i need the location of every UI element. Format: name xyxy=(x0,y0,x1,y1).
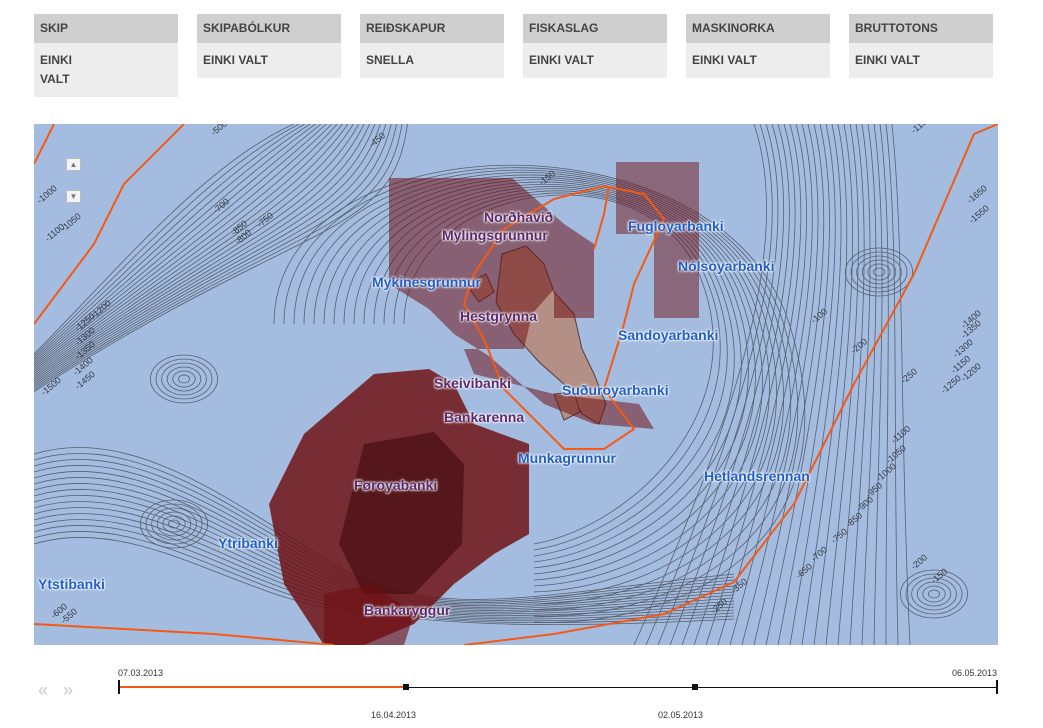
timeline-range[interactable] xyxy=(119,686,406,688)
depth-label: -750 xyxy=(829,526,849,545)
depth-label: -1500 xyxy=(39,375,63,397)
filter-value[interactable]: EINKI VALT xyxy=(686,43,830,78)
filter-value[interactable]: SNELLA xyxy=(360,43,504,78)
place-label: Hestgrynna xyxy=(460,308,538,324)
depth-label: -650 xyxy=(794,561,814,580)
depth-label: -1150 xyxy=(909,124,933,136)
filter-skipabolkur[interactable]: SKIPABÓLKUR EINKI VALT xyxy=(197,14,341,78)
depth-label: -1050 xyxy=(59,211,83,233)
timeline-tick-end xyxy=(996,680,998,694)
zoom-out-button[interactable]: ▼ xyxy=(66,190,81,203)
place-label: Munkagrunnur xyxy=(518,450,616,466)
place-label: Mykinesgrunnur xyxy=(372,274,481,290)
timeline-mark-2: 02.05.2013 xyxy=(658,710,704,720)
filter-value[interactable]: EINKI VALT xyxy=(849,43,993,78)
place-label: Norðhavið xyxy=(484,209,554,225)
filter-label: BRUTTOTONS xyxy=(849,14,993,43)
place-label: Nólsoyarbanki xyxy=(678,258,775,274)
depth-label: -1100 xyxy=(889,423,913,445)
depth-label: -500 xyxy=(209,124,229,138)
depth-label: -250 xyxy=(709,596,729,615)
filter-label: REIÐSKAPUR xyxy=(360,14,504,43)
depth-label: -1000 xyxy=(35,183,59,205)
depth-label: -350 xyxy=(729,576,749,595)
double-chevron-right-icon[interactable]: » xyxy=(63,680,73,701)
depth-label: -200 xyxy=(849,336,869,355)
depth-label: -700 xyxy=(211,196,231,215)
timeline-start-date: 07.03.2013 xyxy=(118,668,164,678)
timeline-tick-start xyxy=(118,680,120,694)
place-label: Skeivibanki xyxy=(434,375,512,391)
double-chevron-left-icon[interactable]: « xyxy=(38,680,48,701)
filter-label: SKIPABÓLKUR xyxy=(197,14,341,43)
place-label: Hetlandsrennan xyxy=(704,468,810,484)
depth-label: -1650 xyxy=(965,183,989,205)
filter-value[interactable]: EINKI VALT xyxy=(34,43,86,97)
timeline-mark-1: 16.04.2013 xyxy=(371,710,417,720)
depth-label: -200 xyxy=(909,552,929,571)
place-label: Fugloyarbanki xyxy=(628,218,724,234)
place-label: Ytribanki xyxy=(218,535,278,551)
place-label: Suðuroyarbanki xyxy=(562,382,669,398)
filter-maskinorka[interactable]: MASKINORKA EINKI VALT xyxy=(686,14,830,78)
place-label: Føroyabanki xyxy=(354,477,438,493)
catch-area-east xyxy=(616,162,699,318)
timeline-end-date: 06.05.2013 xyxy=(952,668,998,678)
timeline-handle-1[interactable] xyxy=(403,684,409,690)
map-canvas[interactable]: -500-450-700-750-800-850-1000-1100-1050-… xyxy=(34,124,998,645)
zoom-in-button[interactable]: ▲ xyxy=(66,158,81,171)
place-label: Sandoyarbanki xyxy=(618,327,719,343)
place-label: Ytstibanki xyxy=(38,576,105,592)
filter-value[interactable]: EINKI VALT xyxy=(523,43,667,78)
filter-bruttotons[interactable]: BRUTTOTONS EINKI VALT xyxy=(849,14,993,78)
place-label: Bankarenna xyxy=(444,409,525,425)
filter-label: SKIP xyxy=(34,14,178,43)
filter-fiskaslag[interactable]: FISKASLAG EINKI VALT xyxy=(523,14,667,78)
map-viewport[interactable]: -500 -450 -700 -750 -800 -850 -1000 -1100 -1050-… xyxy=(34,124,998,645)
depth-label: -1250 xyxy=(939,373,963,395)
filter-skip[interactable]: SKIP EINKI VALT xyxy=(34,14,178,97)
filter-label: FISKASLAG xyxy=(523,14,667,43)
place-label: Mylingsgrunnur xyxy=(442,227,548,243)
place-label: Bankaryggur xyxy=(364,602,451,618)
filter-reidskapur[interactable]: REIÐSKAPUR SNELLA xyxy=(360,14,504,78)
timeline-handle-2[interactable] xyxy=(692,684,698,690)
filter-label: MASKINORKA xyxy=(686,14,830,43)
depth-label: -1550 xyxy=(967,203,991,225)
filter-value[interactable]: EINKI VALT xyxy=(197,43,341,78)
